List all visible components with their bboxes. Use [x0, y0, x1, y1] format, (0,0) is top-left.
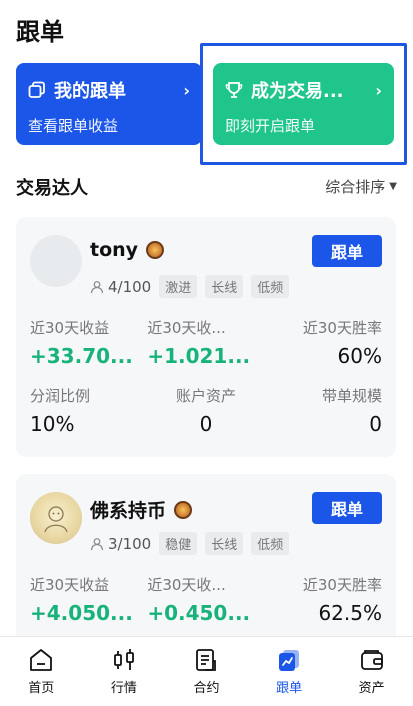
medal-icon — [146, 241, 165, 259]
tab-label: 跟单 — [276, 681, 303, 696]
trader-name-row: tony — [90, 239, 165, 261]
home-icon — [30, 649, 53, 671]
trader-meta: 3/100 稳健 长线 低频 — [90, 532, 290, 555]
stats-row-2: 分润比例 10% 账户资产 0 带单规模 0 — [16, 385, 396, 436]
tab-label: 资产 — [358, 681, 385, 696]
follower-count: 3/100 — [108, 534, 152, 553]
pnl-value: +0.450... — [147, 601, 251, 625]
caret-down-icon: ▼ — [389, 181, 397, 192]
tag: 低频 — [251, 275, 290, 298]
tag: 激进 — [159, 275, 198, 298]
contract-icon — [196, 649, 217, 671]
roi-value: +33.70... — [30, 344, 133, 368]
copy-trade-icon — [279, 650, 300, 671]
follow-button[interactable]: 跟单 — [312, 492, 382, 524]
roi-value: +4.050... — [30, 601, 133, 625]
section-title: 交易达人 — [16, 178, 88, 199]
pnl-label: 近30天收... — [147, 319, 226, 337]
tab-home[interactable]: 首页 — [0, 637, 83, 706]
tab-copy-trade[interactable]: 跟单 — [248, 637, 331, 706]
medal-icon — [174, 500, 193, 519]
avatar — [30, 492, 82, 544]
pnl-label: 近30天收... — [147, 576, 226, 594]
share-value: 10% — [30, 412, 75, 436]
sort-label: 综合排序 — [325, 178, 386, 196]
scale-value: 0 — [369, 412, 382, 436]
assets-label: 账户资产 — [175, 387, 236, 405]
trader-name: tony — [90, 239, 139, 261]
copy-icon — [28, 81, 46, 99]
bottom-tab-bar: 首页 行情 合约 跟单 资产 — [0, 636, 413, 706]
trader-card[interactable]: 佛系持币 跟单 3/100 稳健 长线 低频 近30天收益 +4.050... … — [16, 474, 396, 644]
tab-assets[interactable]: 资产 — [330, 637, 413, 706]
winrate-label: 近30天胜率 — [302, 576, 382, 594]
my-follow-title: 我的跟单 — [54, 81, 126, 102]
highlight-box — [200, 43, 407, 165]
monk-illustration-icon — [44, 506, 68, 533]
roi-label: 近30天收益 — [30, 576, 110, 594]
trader-name-row: 佛系持币 — [90, 496, 193, 523]
tab-market[interactable]: 行情 — [83, 637, 166, 706]
tag: 稳健 — [159, 532, 198, 555]
my-follow-subtitle: 查看跟单收益 — [28, 117, 119, 135]
tab-label: 首页 — [28, 681, 55, 696]
tab-label: 行情 — [110, 681, 137, 696]
follower-count: 4/100 — [108, 277, 152, 296]
winrate-label: 近30天胜率 — [302, 319, 382, 337]
chevron-right-icon: › — [183, 80, 190, 100]
assets-value: 0 — [199, 412, 213, 436]
wallet-icon — [360, 650, 383, 670]
sort-dropdown[interactable]: 综合排序 ▼ — [325, 176, 397, 197]
person-icon — [90, 537, 104, 550]
winrate-value: 62.5% — [318, 601, 382, 625]
stats-row-1: 近30天收益 +33.70... 近30天收... +1.021... 近30天… — [16, 317, 396, 368]
winrate-value: 60% — [337, 344, 382, 368]
trader-name: 佛系持币 — [90, 500, 167, 522]
share-label: 分润比例 — [30, 387, 91, 405]
tab-label: 合约 — [193, 681, 220, 696]
trader-meta: 4/100 激进 长线 低频 — [90, 275, 290, 298]
pnl-value: +1.021... — [147, 344, 251, 368]
candlestick-icon — [113, 649, 134, 670]
avatar — [30, 235, 82, 287]
trader-card[interactable]: tony 跟单 4/100 激进 长线 低频 近30天收益 +33.70... … — [16, 217, 396, 457]
follow-button[interactable]: 跟单 — [312, 235, 382, 267]
tag: 低频 — [251, 532, 290, 555]
tag: 长线 — [205, 532, 244, 555]
my-follow-card[interactable]: 我的跟单 › 查看跟单收益 — [16, 63, 202, 145]
scale-label: 带单规模 — [321, 387, 382, 405]
roi-label: 近30天收益 — [30, 319, 110, 337]
person-icon — [90, 280, 104, 293]
tag: 长线 — [205, 275, 244, 298]
stats-row-1: 近30天收益 +4.050... 近30天收... +0.450... 近30天… — [16, 574, 396, 625]
tab-contract[interactable]: 合约 — [165, 637, 248, 706]
page-title: 跟单 — [16, 18, 64, 46]
